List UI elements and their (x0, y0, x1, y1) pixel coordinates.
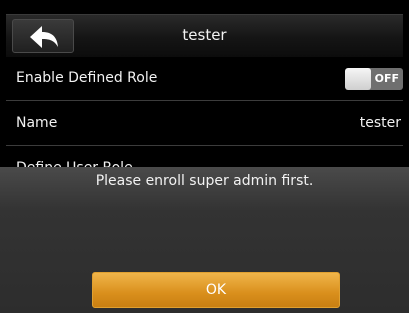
name-row[interactable]: Name tester (6, 102, 403, 146)
alert-dialog: Please enroll super admin first. OK (0, 167, 409, 313)
page-title: tester (182, 26, 227, 44)
device-screen: tester Enable Defined Role OFF Name test… (0, 0, 409, 313)
enable-defined-role-row[interactable]: Enable Defined Role OFF (6, 57, 403, 101)
enable-defined-role-toggle[interactable]: OFF (345, 68, 403, 90)
enable-defined-role-label: Enable Defined Role (16, 70, 158, 86)
name-label: Name (16, 115, 58, 131)
toggle-knob (345, 68, 371, 90)
toggle-state-text: OFF (374, 72, 399, 85)
title-bar: tester (6, 14, 403, 57)
dialog-message: Please enroll super admin first. (95, 173, 314, 189)
name-value: tester (359, 115, 401, 131)
ok-button[interactable]: OK (92, 272, 340, 308)
